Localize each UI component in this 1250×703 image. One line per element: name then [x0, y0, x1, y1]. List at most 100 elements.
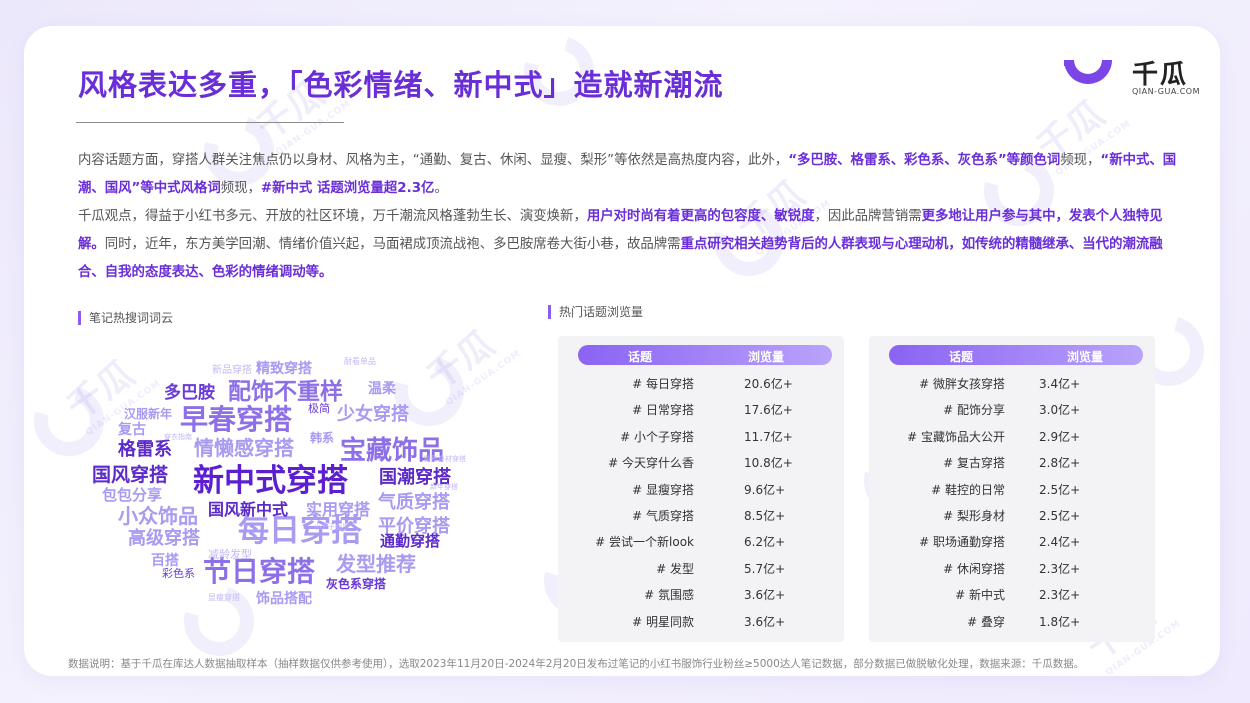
views-cell: 3.6亿+ [744, 588, 786, 603]
table-row: # 鞋控的日常 2.5亿+ [869, 476, 1155, 502]
cloud-word: 国风穿搭 [92, 464, 169, 486]
views-cell: 3.4亿+ [1039, 377, 1081, 391]
topic-cell: # 显瘦穿搭 [632, 482, 694, 497]
cloud-word: 减龄发型 [208, 548, 252, 561]
body-text: 频现， [220, 181, 261, 196]
topic-cell: # 明星同款 [632, 614, 694, 629]
cloud-word: 新品穿搭 [212, 365, 252, 376]
cloud-word: 灰色系穿搭 [326, 577, 387, 591]
table-row: # 梨形身材 2.5亿+ [869, 502, 1155, 528]
table-row: # 氛围感 3.6亿+ [558, 581, 844, 607]
views-cell: 11.7亿+ [744, 429, 793, 444]
views-cell: 2.3亿+ [1039, 588, 1081, 603]
topic-cell: # 叠穿 [967, 614, 1005, 629]
cloud-word: 气质穿搭 [378, 492, 450, 513]
cloud-word: 韩系 [310, 431, 335, 445]
views-cell: 2.9亿+ [1039, 429, 1081, 444]
views-cell: 3.0亿+ [1039, 403, 1081, 418]
cloud-word: 通勤穿搭 [380, 532, 441, 550]
brand-name: 千瓜 [1132, 60, 1189, 90]
cloud-word: 复古 [118, 422, 146, 438]
table-row: # 复古穿搭 2.8亿+ [869, 449, 1155, 475]
table-row: # 日常穿搭 17.6亿+ [558, 396, 844, 422]
topic-cell: # 配饰分享 [943, 403, 1005, 418]
views-cell: 8.5亿+ [744, 509, 786, 523]
views-cell: 17.6亿+ [744, 403, 793, 418]
topic-table-right: 话题 浏览量 # 微胖女孩穿搭 3.4亿+ # 配饰分享 3.0亿+ # 宝藏饰品大公开… [869, 336, 1155, 642]
cloud-word: 节日穿搭 [203, 555, 316, 588]
table-row: # 职场通勤穿搭 2.4亿+ [869, 528, 1155, 554]
title-divider [76, 122, 344, 123]
table-row: # 每日穿搭 20.6亿+ [558, 370, 844, 396]
table-header: 话题 浏览量 [578, 345, 832, 365]
cloud-word: 小个子女生 [314, 523, 349, 531]
brand-url: QIAN-GUA.COM [1132, 87, 1201, 96]
topic-cell: # 微胖女孩穿搭 [919, 377, 1005, 391]
topic-cell: # 鞋控的日常 [931, 482, 1005, 497]
views-cell: 20.6亿+ [744, 377, 793, 391]
body-text: 内容话题方面，穿搭人群关注焦点仍以身材、风格为主，“通勤、复古、休闲、显瘦、梨形… [78, 153, 789, 168]
cloud-word: 国风新中式 [208, 500, 289, 519]
table-row: # 今天穿什么香 10.8亿+ [558, 449, 844, 475]
highlight-text: #新中式 话题浏览量超2.3亿 [260, 181, 435, 196]
intro-paragraph-2: 千瓜观点，得益于小红书多元、开放的社区环境，万千潮流风格蓬勃生长、演变焕新，用户… [78, 203, 1188, 287]
col-views-header: 浏览量 [748, 350, 785, 364]
cloud-word: 耐看单品 [344, 357, 376, 366]
table-row: # 小个子穿搭 11.7亿+ [558, 423, 844, 449]
data-footnote: 数据说明：基于千瓜在库达人数据抽取样本（抽样数据仅供参考使用），选取2023年1… [68, 658, 1085, 670]
topic-cell: # 今天穿什么香 [608, 456, 694, 471]
topic-cell: # 尝试一个新look [595, 535, 694, 550]
table-row: # 明星同款 3.6亿+ [558, 608, 844, 634]
page-title: 风格表达多重，「色彩情绪、新中式」造就新潮流 [78, 68, 724, 102]
table-row: # 叠穿 1.8亿+ [869, 608, 1155, 634]
topic-cell: # 气质穿搭 [632, 509, 694, 523]
views-cell: 9.6亿+ [744, 482, 786, 497]
body-text: ，因此品牌营销需 [814, 209, 922, 224]
body-text: 千瓜观点，得益于小红书多元、开放的社区环境，万千潮流风格蓬勃生长、演变焕新， [78, 209, 587, 224]
highlight-text: 用户对时尚有着更高的包容度、敏锐度 [586, 209, 815, 224]
cloud-word: 极简 [308, 402, 330, 415]
table-row: # 气质穿搭 8.5亿+ [558, 502, 844, 528]
word-cloud: 新中式穿搭 每日穿搭 早春穿搭 节日穿搭 宝藏饰品 配饰不重样 情懒感穿搭 国风穿搭 国潮穿搭小… [78, 352, 488, 622]
intro-paragraph-1: 内容话题方面，穿搭人群关注焦点仍以身材、风格为主，“通勤、复古、休闲、显瘦、梨形… [78, 147, 1188, 203]
cloud-word: 情懒感穿搭 [194, 436, 294, 460]
views-cell: 2.3亿+ [1039, 561, 1081, 576]
views-cell: 10.8亿+ [744, 456, 793, 471]
brand-logo: 千瓜 QIAN-GUA.COM [1060, 52, 1200, 102]
cloud-word: 多巴胺 [164, 383, 215, 403]
table-row: # 休闲穿搭 2.3亿+ [869, 555, 1155, 581]
cloud-word: 高级穿搭 [128, 528, 200, 549]
table-row: # 宝藏饰品大公开 2.9亿+ [869, 423, 1155, 449]
cloud-word: 显瘦穿搭 [208, 593, 240, 602]
views-cell: 1.8亿+ [1039, 614, 1081, 629]
views-cell: 6.2亿+ [744, 535, 786, 550]
topic-cell: # 氛围感 [644, 588, 694, 603]
views-cell: 2.4亿+ [1039, 535, 1081, 550]
col-topic-header: 话题 [949, 350, 974, 364]
col-topic-header: 话题 [628, 350, 653, 364]
qiangua-logo-icon [1064, 60, 1112, 84]
cloud-word: 汉服新年 [124, 407, 173, 421]
topic-cell: # 梨形身材 [943, 509, 1005, 523]
topic-cell: # 休闲穿搭 [943, 561, 1005, 576]
cloud-word: 新中式穿搭 [193, 463, 348, 499]
cloud-word: 实用穿搭 [306, 500, 371, 519]
cloud-word: 梨形身材穿搭 [424, 455, 466, 463]
topic-cell: # 宝藏饰品大公开 [907, 429, 1005, 444]
body-text: 频现， [1060, 153, 1101, 168]
topics-label: 热门话题浏览量 [548, 305, 643, 319]
cloud-word: 包包分享 [102, 486, 163, 504]
views-cell: 3.6亿+ [744, 614, 786, 629]
cloud-word: 早春穿搭 [180, 403, 293, 436]
table-row: # 发型 5.7亿+ [558, 555, 844, 581]
cloud-word: 每日穿搭 [238, 513, 362, 549]
cloud-word: 配饰不重样 [228, 379, 343, 405]
table-row: # 尝试一个新look 6.2亿+ [558, 528, 844, 554]
topic-cell: # 日常穿搭 [632, 403, 694, 418]
wordcloud-label: 笔记热搜词词云 [78, 311, 173, 325]
cloud-word: 少女穿搭 [337, 404, 409, 425]
topic-cell: # 职场通勤穿搭 [919, 535, 1005, 550]
topic-cell: # 小个子穿搭 [620, 429, 694, 444]
body-text: 。 [434, 181, 448, 196]
cloud-word: 穿衣指南 [164, 433, 192, 441]
